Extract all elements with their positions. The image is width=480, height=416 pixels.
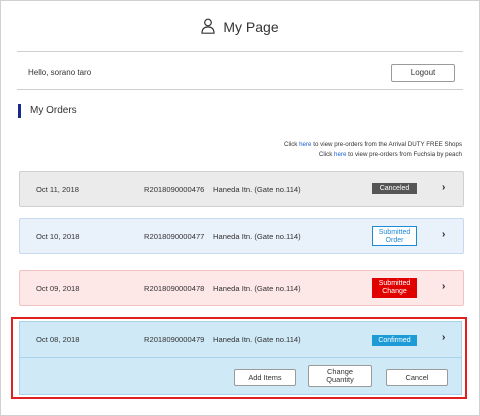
- section-accent-bar: [18, 104, 21, 118]
- order-row-canceled[interactable]: Oct 11, 2018 R2018090000476 Haneda Itn. …: [19, 171, 464, 207]
- arrival-shops-link[interactable]: here: [299, 141, 311, 148]
- order-location: Haneda Itn. (Gate no.114): [213, 335, 301, 344]
- account-divider: [17, 89, 463, 90]
- info-suffix: to view pre-orders from the Arrival DUTY…: [311, 141, 462, 148]
- chevron-right-icon[interactable]: ›: [442, 182, 445, 193]
- status-badge: Submitted Change: [372, 278, 417, 298]
- logout-button[interactable]: Logout: [391, 64, 455, 82]
- section-title: My Orders: [30, 105, 77, 116]
- chevron-right-icon[interactable]: ›: [442, 229, 445, 240]
- page-title: My Page: [1, 18, 479, 35]
- info-line-fuchsia: Click here to view pre-orders from Fuchs…: [319, 151, 462, 158]
- order-date: Oct 09, 2018: [36, 284, 80, 293]
- page-header: My Page: [1, 1, 479, 49]
- greeting-text: Hello, sorano taro: [28, 68, 92, 77]
- status-badge: Submitted Order: [372, 226, 417, 246]
- info-suffix: to view pre-orders from Fuchsia by peach: [346, 151, 462, 158]
- order-row-confirmed[interactable]: Oct 08, 2018 R2018090000479 Haneda Itn. …: [19, 321, 462, 395]
- info-prefix: Click: [283, 141, 300, 148]
- user-icon: [201, 18, 215, 34]
- status-badge: Canceled: [372, 183, 417, 194]
- chevron-right-icon[interactable]: ›: [442, 281, 445, 292]
- order-number: R2018090000478: [144, 284, 205, 293]
- action-divider: [20, 357, 461, 358]
- change-quantity-button[interactable]: Change Quantity: [308, 365, 372, 387]
- order-row-submitted-order[interactable]: Oct 10, 2018 R2018090000477 Haneda Itn. …: [19, 218, 464, 254]
- info-line-arrival: Click here to view pre-orders from the A…: [284, 141, 462, 148]
- page-frame: My Page Hello, sorano taro Logout My Ord…: [0, 0, 480, 416]
- status-line-1: Submitted: [378, 229, 411, 236]
- header-divider: [17, 51, 463, 52]
- order-number: R2018090000477: [144, 232, 205, 241]
- order-location: Haneda Itn. (Gate no.114): [213, 284, 301, 293]
- order-location: Haneda Itn. (Gate no.114): [213, 185, 301, 194]
- status-line-1: Submitted: [378, 280, 411, 287]
- change-quantity-line-2: Quantity: [326, 375, 354, 384]
- status-line-2: Order: [385, 237, 404, 244]
- status-line-2: Change: [382, 288, 407, 295]
- order-location: Haneda Itn. (Gate no.114): [213, 232, 301, 241]
- order-date: Oct 10, 2018: [36, 232, 80, 241]
- order-number: R2018090000479: [144, 335, 205, 344]
- fuchsia-link[interactable]: here: [334, 151, 346, 158]
- cancel-button[interactable]: Cancel: [386, 369, 448, 386]
- order-date: Oct 11, 2018: [36, 185, 79, 194]
- chevron-right-icon[interactable]: ›: [442, 332, 445, 343]
- order-number: R2018090000476: [144, 185, 205, 194]
- page-title-text: My Page: [223, 19, 279, 35]
- info-prefix: Click: [318, 151, 335, 158]
- order-row-submitted-change[interactable]: Oct 09, 2018 R2018090000478 Haneda Itn. …: [19, 270, 464, 306]
- order-date: Oct 08, 2018: [36, 335, 80, 344]
- add-items-button[interactable]: Add Items: [234, 369, 296, 386]
- status-badge: Confirmed: [372, 335, 417, 346]
